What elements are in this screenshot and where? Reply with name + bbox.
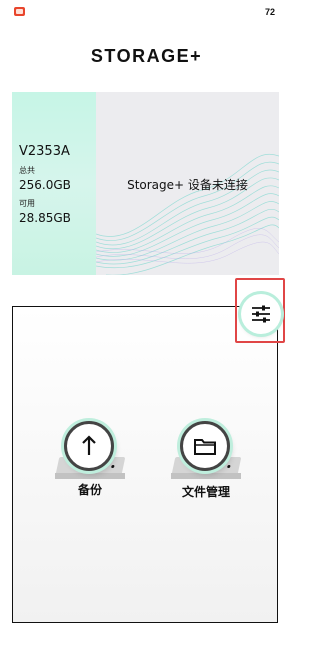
backup-button[interactable] bbox=[50, 411, 130, 491]
upload-arrow-icon bbox=[64, 421, 114, 471]
total-capacity: 256.0GB bbox=[19, 178, 71, 192]
settings-button[interactable] bbox=[241, 294, 281, 334]
file-device-front bbox=[171, 473, 241, 479]
file-management-label[interactable]: 文件管理 bbox=[156, 483, 256, 500]
device-model: V2353A bbox=[19, 144, 70, 159]
file-management-button[interactable] bbox=[166, 411, 246, 491]
app-notification-icon bbox=[14, 7, 25, 16]
status-bar: 72 bbox=[0, 0, 293, 24]
device-info-card[interactable]: V2353A 总共 256.0GB 可用 28.85GB Storage+ 设备… bbox=[12, 92, 279, 275]
available-capacity: 28.85GB bbox=[19, 211, 71, 225]
device-capacity-panel: V2353A 总共 256.0GB 可用 28.85GB bbox=[12, 92, 96, 275]
backup-device-front bbox=[55, 473, 125, 479]
battery-level: 72 bbox=[264, 7, 275, 17]
backup-label[interactable]: 备份 bbox=[40, 481, 140, 498]
folder-icon bbox=[180, 421, 230, 471]
total-label: 总共 bbox=[19, 166, 35, 175]
available-label: 可用 bbox=[19, 199, 35, 208]
sliders-icon bbox=[252, 305, 270, 323]
actions-panel: 备份 文件管理 bbox=[12, 306, 278, 623]
app-logo: STORAGE+ bbox=[90, 46, 203, 66]
connection-status: Storage+ 设备未连接 bbox=[127, 178, 248, 192]
